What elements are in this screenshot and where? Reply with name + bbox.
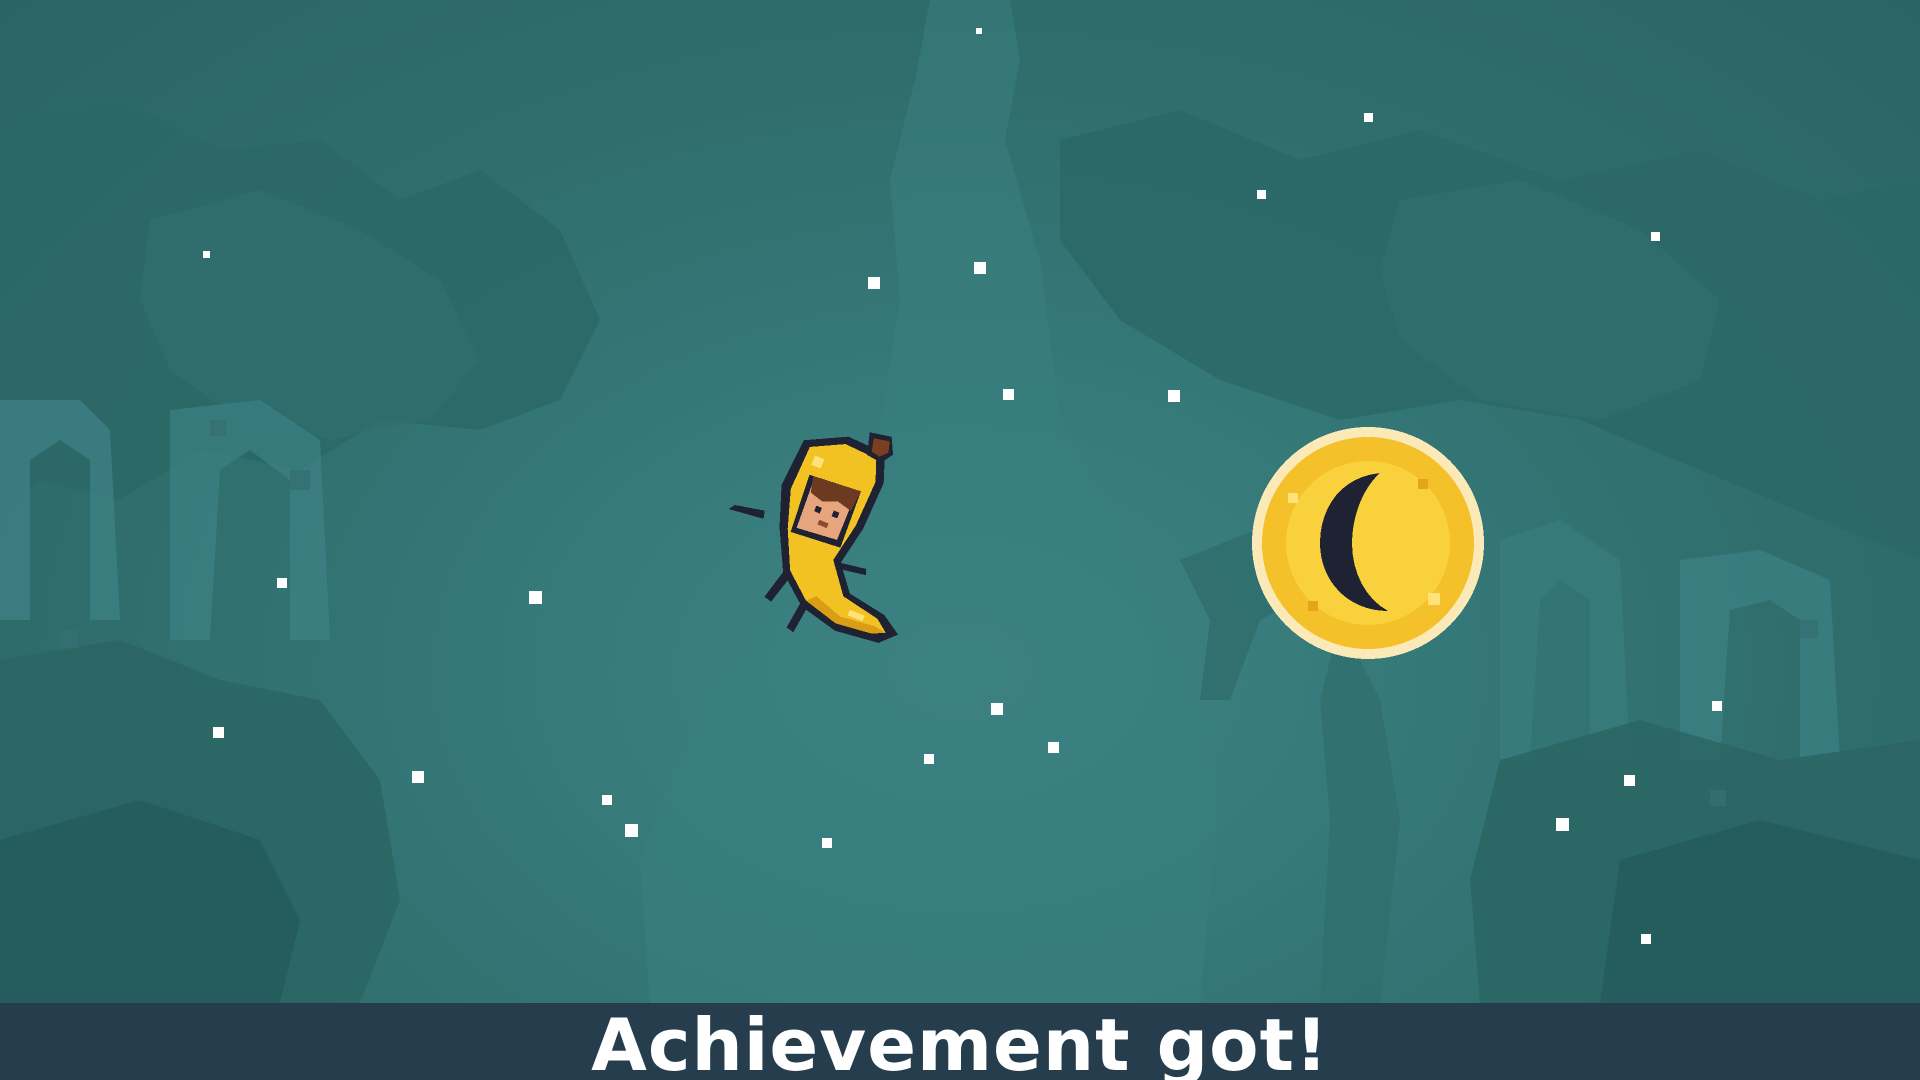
- achievement-banner: Achievement got!: [0, 1003, 1920, 1080]
- dust-particle: [1712, 701, 1722, 711]
- dust-particle: [1048, 742, 1059, 753]
- banana-costume-character-icon: [728, 432, 899, 643]
- dust-particle: [924, 754, 934, 764]
- dust-particle: [203, 251, 210, 258]
- dust-particle: [991, 703, 1003, 715]
- forest-background: [0, 0, 1920, 1003]
- dust-particle: [1651, 232, 1660, 241]
- dust-particle: [602, 795, 612, 805]
- moon-coin-icon: [1252, 427, 1484, 659]
- dust-particle: [277, 578, 287, 588]
- dust-particle: [1364, 113, 1373, 122]
- dust-particle: [976, 28, 982, 34]
- dust-particle: [1556, 818, 1569, 831]
- achievement-text: Achievement got!: [591, 1002, 1329, 1080]
- dust-particle: [1641, 934, 1651, 944]
- dust-particle: [1257, 190, 1266, 199]
- dust-particle: [1168, 390, 1180, 402]
- game-scene: Achievement got!: [0, 0, 1920, 1080]
- dust-particle: [868, 277, 880, 289]
- dust-particle: [822, 838, 832, 848]
- dust-particle: [529, 591, 542, 604]
- dust-particle: [1003, 389, 1014, 400]
- dust-particle: [213, 727, 224, 738]
- dust-particle: [625, 824, 638, 837]
- dust-particle: [974, 262, 986, 274]
- dust-particle: [1624, 775, 1635, 786]
- dust-particle: [412, 771, 424, 783]
